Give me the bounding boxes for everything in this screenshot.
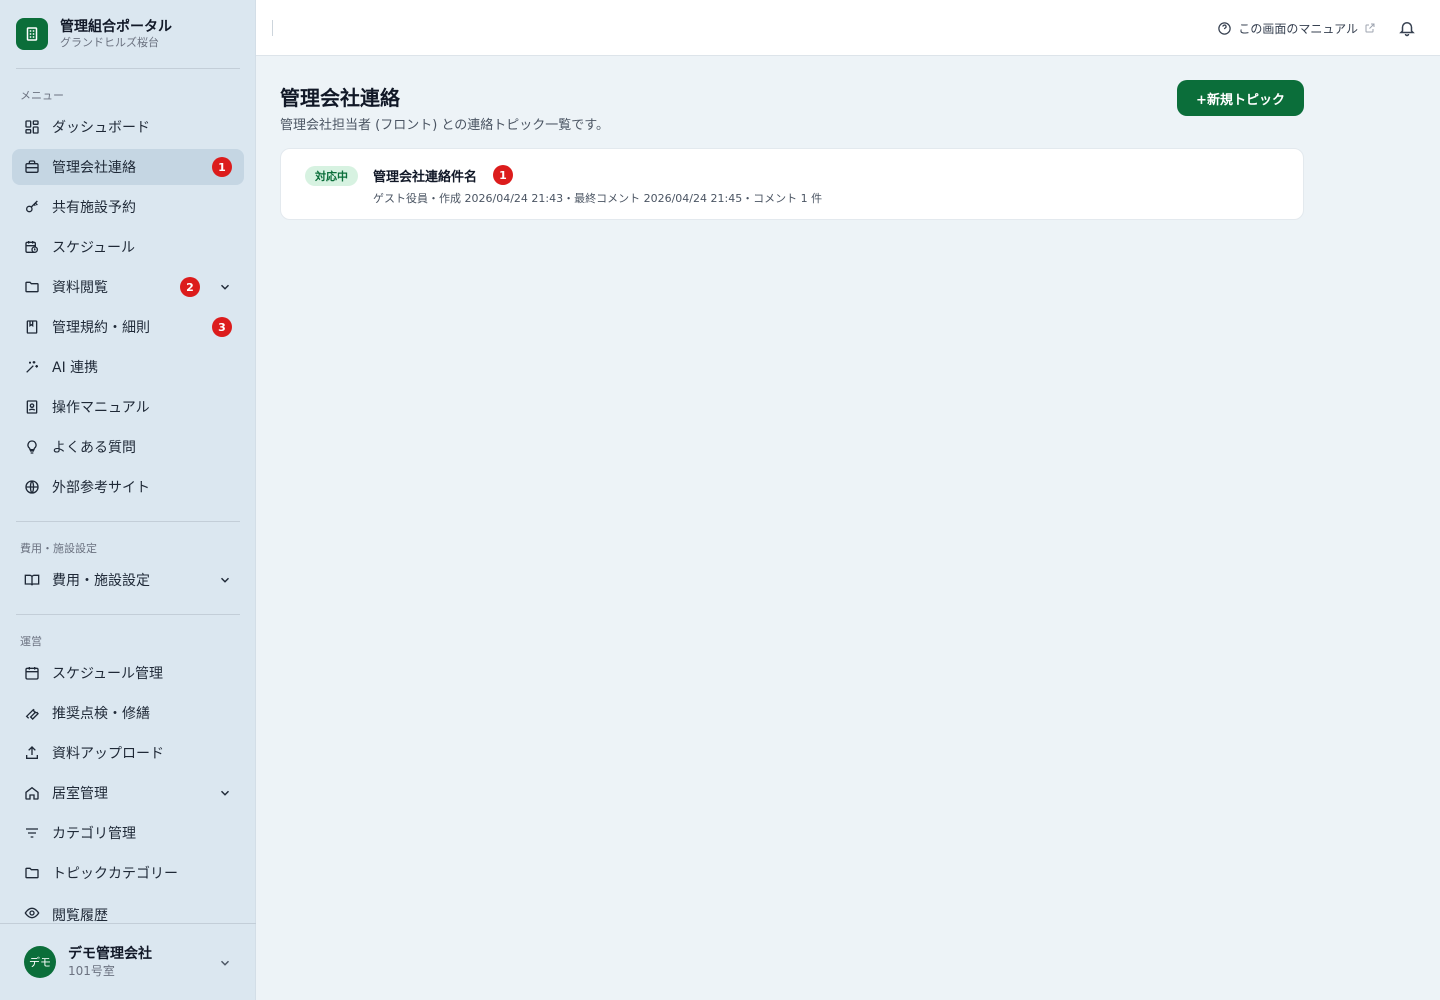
external-link-icon: [1365, 23, 1375, 33]
chevron-down-icon[interactable]: [218, 786, 232, 800]
page-description: 管理会社担当者 (フロント) との連絡トピック一覧です。: [280, 118, 609, 133]
building-icon: [16, 18, 48, 50]
folder-icon: [24, 865, 40, 881]
avatar: デモ: [24, 946, 56, 978]
top-bar: この画面のマニュアル: [256, 0, 1440, 56]
sidebar-item-categories[interactable]: カテゴリ管理: [12, 815, 244, 851]
calendar-icon: [24, 665, 40, 681]
topic-title: 管理会社連絡件名: [373, 170, 478, 185]
sidebar-item-bylaws[interactable]: 管理規約・細則 3: [12, 309, 244, 345]
divider: [16, 68, 240, 69]
sidebar-item-label: 閲覧履歴: [52, 908, 108, 923]
status-badge: 対応中: [305, 166, 358, 186]
page-title: 管理会社連絡: [280, 86, 400, 110]
sidebar-item-management-contact[interactable]: 管理会社連絡 1: [12, 149, 244, 185]
sidebar-item-rooms[interactable]: 居室管理: [12, 775, 244, 811]
globe-icon: [24, 479, 40, 495]
unread-badge: 1: [493, 165, 513, 185]
sidebar-item-schedule-management[interactable]: スケジュール管理: [12, 655, 244, 691]
topic-card[interactable]: 対応中 管理会社連絡件名 1 ゲスト役員・作成 2026/04/24 21:43…: [280, 148, 1304, 220]
sidebar-item-label: 居室管理: [52, 786, 108, 802]
brand-subtitle: グランドヒルズ桜台: [60, 36, 159, 49]
sidebar: 管理組合ポータル グランドヒルズ桜台 メニュー ダッシュボード 管理会社連絡 1…: [0, 0, 256, 1000]
chevron-down-icon[interactable]: [218, 280, 232, 294]
dashboard-icon: [24, 119, 40, 135]
key-icon: [24, 199, 40, 215]
sidebar-item-manual[interactable]: 操作マニュアル: [12, 389, 244, 425]
divider: [16, 521, 240, 522]
section-label-menu: メニュー: [20, 89, 64, 102]
sidebar-item-label: よくある質問: [52, 440, 136, 456]
help-icon: [1218, 21, 1232, 35]
sidebar-item-facility-booking[interactable]: 共有施設予約: [12, 189, 244, 225]
lightbulb-icon: [24, 439, 40, 455]
sidebar-item-dashboard[interactable]: ダッシュボード: [12, 109, 244, 145]
section-label-cost: 費用・施設設定: [20, 542, 97, 555]
screen-manual-link[interactable]: この画面のマニュアル: [1217, 19, 1376, 37]
calendar-clock-icon: [24, 239, 40, 255]
sidebar-item-schedule[interactable]: スケジュール: [12, 229, 244, 265]
sidebar-item-label: AI 連携: [52, 360, 99, 376]
sparkle-icon: [24, 359, 40, 375]
sidebar-item-label: 資料閲覧: [52, 280, 108, 296]
sidebar-item-label: 外部参考サイト: [52, 480, 150, 496]
manual-link-label: この画面のマニュアル: [1238, 21, 1358, 36]
new-topic-button[interactable]: +新規トピック: [1177, 80, 1304, 116]
sidebar-item-label: 管理規約・細則: [52, 320, 150, 336]
user-name: デモ管理会社: [68, 946, 152, 962]
brand[interactable]: 管理組合ポータル グランドヒルズ桜台: [16, 16, 240, 52]
section-label-ops: 運営: [20, 635, 42, 648]
notification-badge: 1: [212, 157, 232, 177]
brand-title: 管理組合ポータル: [60, 19, 172, 35]
home-icon: [24, 785, 40, 801]
divider: [272, 20, 273, 36]
sidebar-item-inspection[interactable]: 推奨点検・修繕: [12, 695, 244, 731]
sidebar-item-label: スケジュール: [52, 240, 136, 256]
book-icon: [24, 319, 40, 335]
user-menu[interactable]: デモ デモ管理会社 101号室: [0, 923, 256, 1000]
open-book-icon: [24, 572, 40, 588]
sidebar-item-label: ダッシュボード: [52, 120, 150, 136]
sidebar-item-label: トピックカテゴリー: [52, 866, 178, 882]
sidebar-item-label: 資料アップロード: [52, 746, 164, 762]
sidebar-item-label: 費用・施設設定: [52, 573, 150, 589]
filter-icon: [24, 825, 40, 841]
folder-icon: [24, 279, 40, 295]
user-room: 101号室: [68, 964, 115, 978]
divider: [16, 614, 240, 615]
sidebar-item-label: 推奨点検・修繕: [52, 706, 150, 722]
sidebar-item-label: 共有施設予約: [52, 200, 136, 216]
upload-icon: [24, 745, 40, 761]
eye-icon: [24, 905, 40, 921]
sidebar-item-faq[interactable]: よくある質問: [12, 429, 244, 465]
topic-meta: ゲスト役員・作成 2026/04/24 21:43・最終コメント 2026/04…: [373, 192, 823, 205]
chevron-down-icon[interactable]: [218, 573, 232, 587]
manual-icon: [24, 399, 40, 415]
notification-badge: 2: [180, 277, 200, 297]
sidebar-item-label: 管理会社連絡: [52, 160, 136, 176]
notification-badge: 3: [212, 317, 232, 337]
sidebar-item-external-sites[interactable]: 外部参考サイト: [12, 469, 244, 505]
sidebar-item-label: カテゴリ管理: [52, 826, 136, 842]
sidebar-item-ai[interactable]: AI 連携: [12, 349, 244, 385]
sidebar-item-topic-categories[interactable]: トピックカテゴリー: [12, 855, 244, 891]
sidebar-item-upload[interactable]: 資料アップロード: [12, 735, 244, 771]
bell-icon[interactable]: [1398, 19, 1416, 37]
wrench-icon: [24, 705, 40, 721]
chevron-down-icon[interactable]: [218, 956, 232, 970]
sidebar-item-documents[interactable]: 資料閲覧 2: [12, 269, 244, 305]
sidebar-item-label: 操作マニュアル: [52, 400, 150, 416]
sidebar-item-label: スケジュール管理: [52, 666, 164, 682]
briefcase-icon: [24, 159, 40, 175]
sidebar-item-history[interactable]: 閲覧履歴: [12, 895, 244, 923]
sidebar-item-cost-settings[interactable]: 費用・施設設定: [12, 562, 244, 598]
